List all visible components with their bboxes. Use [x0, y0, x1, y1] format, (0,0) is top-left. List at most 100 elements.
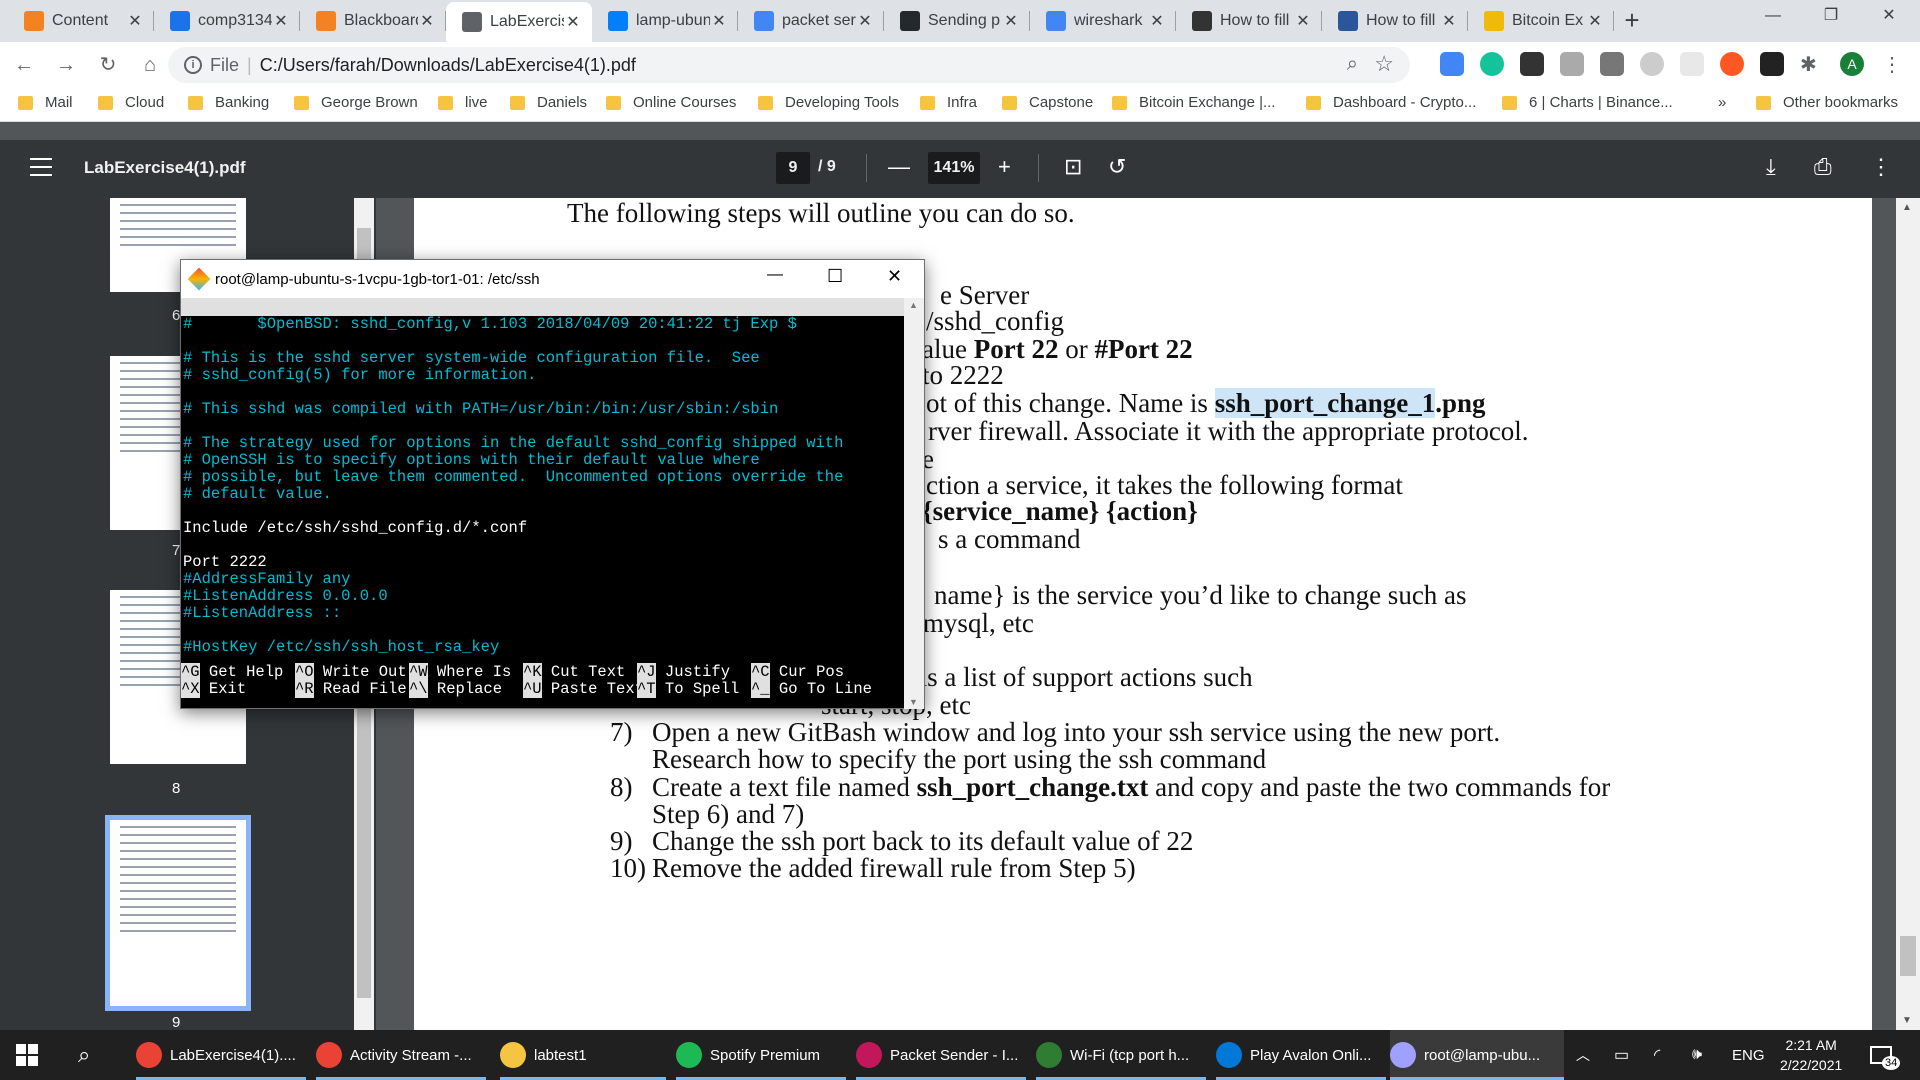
translate-extension-icon[interactable] — [1440, 52, 1464, 76]
bookmarks-overflow-button[interactable]: » — [1718, 94, 1726, 111]
minimize-button[interactable]: — — [1744, 0, 1802, 32]
terminal-scrollbar[interactable]: ▲ ▼ — [904, 298, 924, 709]
camera-extension-icon[interactable] — [1600, 52, 1624, 76]
bookmark-item[interactable]: Cloud — [98, 94, 164, 111]
bookmark-item[interactable]: live — [438, 94, 488, 111]
extension-icon[interactable] — [1560, 52, 1584, 76]
forward-icon[interactable]: → — [48, 47, 84, 83]
grammarly-extension-icon[interactable] — [1480, 52, 1504, 76]
extension-icon[interactable] — [1760, 52, 1784, 76]
info-icon[interactable]: i — [184, 56, 202, 74]
bookmark-item[interactable]: Banking — [188, 94, 269, 111]
bookmark-star-icon[interactable]: ☆ — [1374, 51, 1394, 77]
terminal-maximize-button[interactable]: ☐ — [827, 266, 843, 287]
browser-tab[interactable]: Bitcoin Ex ✕ — [1468, 3, 1614, 39]
tab-close-icon[interactable]: ✕ — [418, 11, 436, 31]
address-bar[interactable]: i File | C:/Users/farah/Downloads/LabExe… — [168, 47, 1410, 83]
print-icon[interactable]: ⎙ — [1814, 154, 1832, 180]
tab-close-icon[interactable]: ✕ — [1148, 11, 1166, 31]
scroll-down-icon[interactable]: ▼ — [1902, 1015, 1912, 1026]
browser-tab[interactable]: comp3134 ✕ — [154, 3, 300, 39]
zoom-out-icon[interactable]: — — [888, 154, 910, 180]
wifi-icon[interactable]: ◜ — [1654, 1030, 1660, 1080]
extension-icon[interactable] — [1680, 52, 1704, 76]
bookmark-item[interactable]: Dashboard - Crypto... — [1306, 94, 1476, 111]
extension-icon[interactable] — [1640, 52, 1664, 76]
show-hidden-icons-icon[interactable]: ︿ — [1576, 1030, 1590, 1080]
terminal-window[interactable]: root@lamp-ubuntu-s-1vcpu-1gb-tor1-01: /e… — [180, 259, 925, 709]
browser-tab[interactable]: LabExercis ✕ — [446, 2, 592, 42]
windows-start-button[interactable] — [16, 1030, 38, 1080]
taskbar-app[interactable]: Play Avalon Onli... — [1216, 1030, 1386, 1080]
other-bookmarks-button[interactable]: Other bookmarks — [1756, 94, 1898, 111]
restore-button[interactable]: ❐ — [1802, 0, 1860, 32]
tab-close-icon[interactable]: ✕ — [126, 11, 144, 31]
taskbar-app[interactable]: root@lamp-ubu... — [1390, 1030, 1564, 1080]
scrollbar-thumb[interactable] — [1900, 936, 1916, 976]
document-scrollbar[interactable]: ▲ ▼ — [1896, 198, 1920, 1030]
browser-tab[interactable]: wireshark ✕ — [1030, 3, 1176, 39]
tab-close-icon[interactable]: ✕ — [1294, 11, 1312, 31]
extension-icon[interactable] — [1520, 52, 1544, 76]
page-number-input[interactable]: 9 — [776, 152, 810, 184]
tab-close-icon[interactable]: ✕ — [564, 12, 582, 32]
download-icon[interactable]: ⤓ — [1766, 154, 1776, 180]
browser-tab[interactable]: Sending p ✕ — [884, 3, 1030, 39]
taskbar-app[interactable]: Activity Stream -... — [316, 1030, 486, 1080]
taskbar-app[interactable]: Wi-Fi (tcp port h... — [1036, 1030, 1206, 1080]
scroll-up-icon[interactable]: ▲ — [909, 300, 918, 310]
nano-editor[interactable]: GNU nano 4.8 sshd_config Modified # $Ope… — [181, 298, 905, 710]
home-icon[interactable]: ⌂ — [132, 47, 168, 83]
tab-close-icon[interactable]: ✕ — [1440, 11, 1458, 31]
bookmark-item[interactable]: Online Courses — [606, 94, 736, 111]
zoom-icon[interactable]: ⌕ — [1347, 53, 1358, 76]
taskbar-app[interactable]: Packet Sender - I... — [856, 1030, 1026, 1080]
notifications-button[interactable]: 34 — [1870, 1030, 1910, 1080]
search-icon[interactable]: ⌕ — [78, 1030, 90, 1080]
clock[interactable]: 2:21 AM 2/22/2021 — [1780, 1030, 1842, 1080]
tab-close-icon[interactable]: ✕ — [1586, 11, 1604, 31]
battery-icon[interactable]: ▭ — [1614, 1030, 1629, 1080]
bookmark-item[interactable]: 6 | Charts | Binance... — [1502, 94, 1673, 111]
tab-close-icon[interactable]: ✕ — [1002, 11, 1020, 31]
menu-kebab-icon[interactable]: ⋮ — [1880, 52, 1904, 76]
menu-icon[interactable] — [30, 158, 52, 178]
fit-page-icon[interactable]: ⊡ — [1064, 154, 1082, 180]
puzzle-icon[interactable]: ✱ — [1800, 52, 1824, 76]
bookmark-item[interactable]: Capstone — [1002, 94, 1093, 111]
more-options-icon[interactable]: ⋮ — [1870, 154, 1892, 180]
browser-tab[interactable]: packet ser ✕ — [738, 3, 884, 39]
zoom-in-icon[interactable]: + — [998, 154, 1011, 180]
bookmark-item[interactable]: Infra — [920, 94, 977, 111]
terminal-close-button[interactable]: ✕ — [887, 266, 902, 287]
zoom-level-input[interactable]: 141% — [928, 152, 980, 184]
bookmark-item[interactable]: George Brown — [294, 94, 418, 111]
volume-icon[interactable]: 🕪 — [1692, 1030, 1702, 1080]
browser-tab[interactable]: Content ✕ — [8, 3, 154, 39]
browser-tab[interactable]: lamp-ubun ✕ — [592, 3, 738, 39]
tab-close-icon[interactable]: ✕ — [856, 11, 874, 31]
close-window-button[interactable]: ✕ — [1860, 0, 1918, 32]
bookmark-item[interactable]: Developing Tools — [758, 94, 899, 111]
rotate-icon[interactable]: ↺ — [1108, 154, 1126, 180]
taskbar-app[interactable]: Spotify Premium — [676, 1030, 846, 1080]
back-icon[interactable]: ← — [6, 47, 42, 83]
browser-tab[interactable]: How to fill ✕ — [1322, 3, 1468, 39]
browser-tab[interactable]: Blackboard ✕ — [300, 3, 446, 39]
tab-close-icon[interactable]: ✕ — [710, 11, 728, 31]
terminal-titlebar[interactable]: root@lamp-ubuntu-s-1vcpu-1gb-tor1-01: /e… — [181, 260, 924, 298]
page-thumbnail-selected[interactable] — [105, 815, 251, 1011]
browser-tab[interactable]: How to fill ✕ — [1176, 3, 1322, 39]
bookmark-item[interactable]: Mail — [18, 94, 73, 111]
new-tab-button[interactable]: + — [1614, 3, 1650, 39]
taskbar-app[interactable]: LabExercise4(1).... — [136, 1030, 306, 1080]
bookmark-item[interactable]: Daniels — [510, 94, 587, 111]
bookmark-item[interactable]: Bitcoin Exchange |... — [1112, 94, 1275, 111]
reload-icon[interactable]: ↻ — [90, 47, 126, 83]
scroll-up-icon[interactable]: ▲ — [1902, 202, 1912, 213]
terminal-minimize-button[interactable]: — — [767, 266, 783, 284]
language-indicator[interactable]: ENG — [1732, 1030, 1765, 1080]
color-extension-icon[interactable] — [1720, 52, 1744, 76]
tab-close-icon[interactable]: ✕ — [272, 11, 290, 31]
profile-avatar[interactable]: A — [1840, 52, 1864, 76]
